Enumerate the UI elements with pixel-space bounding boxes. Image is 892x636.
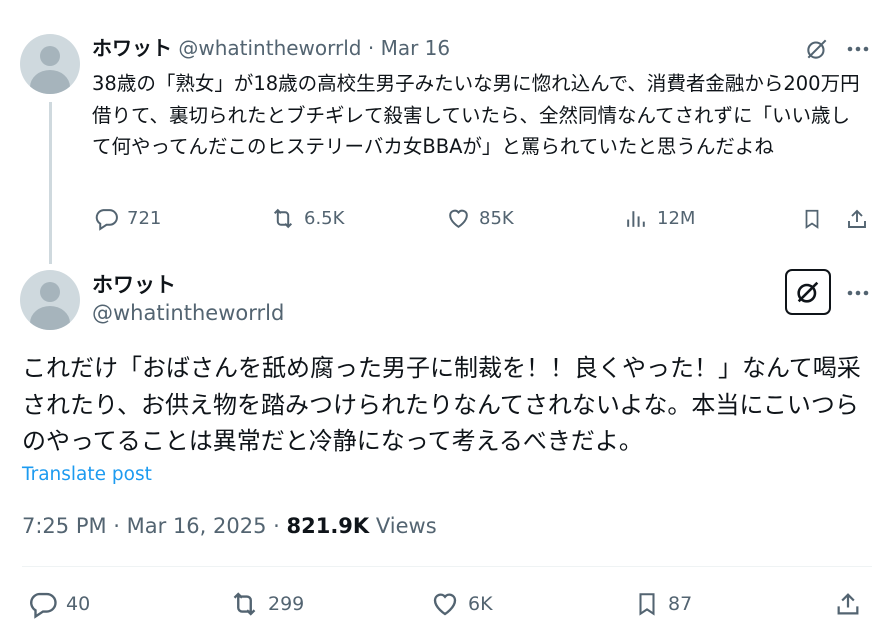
parent-repost-count: 6.5K: [304, 208, 345, 229]
main-more-button[interactable]: [843, 280, 873, 306]
parent-tweet-header: ホワット @whatintheworrld · Mar 16: [92, 35, 450, 61]
main-share-button[interactable]: [833, 589, 863, 619]
main-display-name[interactable]: ホワット: [92, 269, 176, 299]
post-views-label: Views: [369, 514, 437, 538]
more-icon: [847, 290, 869, 296]
repost-icon: [233, 592, 256, 616]
avatar-body: [30, 306, 70, 330]
main-avatar[interactable]: [20, 270, 80, 330]
translate-post-link[interactable]: Translate post: [22, 464, 152, 485]
reply-icon: [95, 209, 118, 231]
main-repost-count: 299: [268, 593, 305, 615]
main-bookmark-button[interactable]: 87: [634, 589, 692, 619]
avatar[interactable]: [20, 34, 80, 94]
parent-more-button[interactable]: [843, 36, 873, 62]
parent-grok-button[interactable]: [802, 34, 832, 64]
grok-icon: [797, 281, 819, 303]
main-like-count: 6K: [468, 593, 493, 615]
parent-views-button[interactable]: 12M: [624, 206, 695, 231]
like-icon: [449, 209, 468, 229]
parent-like-count: 85K: [479, 208, 514, 229]
main-handle[interactable]: @whatintheworrld: [92, 301, 284, 325]
parent-reply-count: 721: [127, 208, 162, 229]
main-repost-button[interactable]: 299: [229, 589, 304, 619]
parent-display-name[interactable]: ホワット: [92, 36, 172, 60]
main-reply-button[interactable]: 40: [28, 589, 90, 619]
post-time[interactable]: 7:25 PM · Mar 16, 2025 ·: [22, 514, 286, 538]
more-icon: [847, 46, 869, 52]
parent-handle[interactable]: @whatintheworrld: [178, 36, 361, 60]
share-icon: [848, 209, 866, 228]
thread-line: [49, 102, 52, 264]
parent-tweet-text: 38歳の「熟女」が18歳の高校生男子みたいな男に惚れ込んで、消費者金融から200…: [92, 72, 860, 158]
bookmark-icon: [805, 209, 819, 229]
parent-views-count: 12M: [657, 208, 696, 229]
share-icon: [837, 593, 859, 615]
repost-icon: [273, 208, 293, 229]
main-tweet-text: これだけ「おばさんを舐め腐った男子に制裁を！！良くやった！」なんて喝采されたり、…: [22, 354, 861, 455]
parent-date[interactable]: Mar 16: [381, 36, 451, 60]
avatar-head: [40, 282, 60, 302]
parent-like-button[interactable]: 85K: [446, 206, 514, 231]
main-grok-button[interactable]: [785, 269, 831, 315]
like-icon: [433, 593, 457, 616]
parent-bookmark-button[interactable]: [799, 206, 825, 232]
divider: [22, 566, 872, 567]
parent-reply-button[interactable]: 721: [94, 206, 161, 231]
header-separator: ·: [367, 36, 375, 60]
post-views-count: 821.9K: [286, 514, 370, 538]
avatar-body: [30, 70, 70, 94]
views-icon: [627, 211, 645, 227]
parent-share-button[interactable]: [844, 206, 870, 232]
parent-repost-button[interactable]: 6.5K: [270, 206, 344, 231]
reply-icon: [30, 592, 57, 619]
avatar-head: [40, 46, 60, 66]
main-reply-count: 40: [66, 593, 91, 615]
main-like-button[interactable]: 6K: [430, 589, 493, 619]
grok-icon: [807, 39, 827, 59]
post-timestamp: 7:25 PM · Mar 16, 2025 · 821.9K Views: [22, 514, 437, 538]
main-bookmark-count: 87: [668, 593, 693, 615]
bookmark-icon: [639, 593, 655, 616]
